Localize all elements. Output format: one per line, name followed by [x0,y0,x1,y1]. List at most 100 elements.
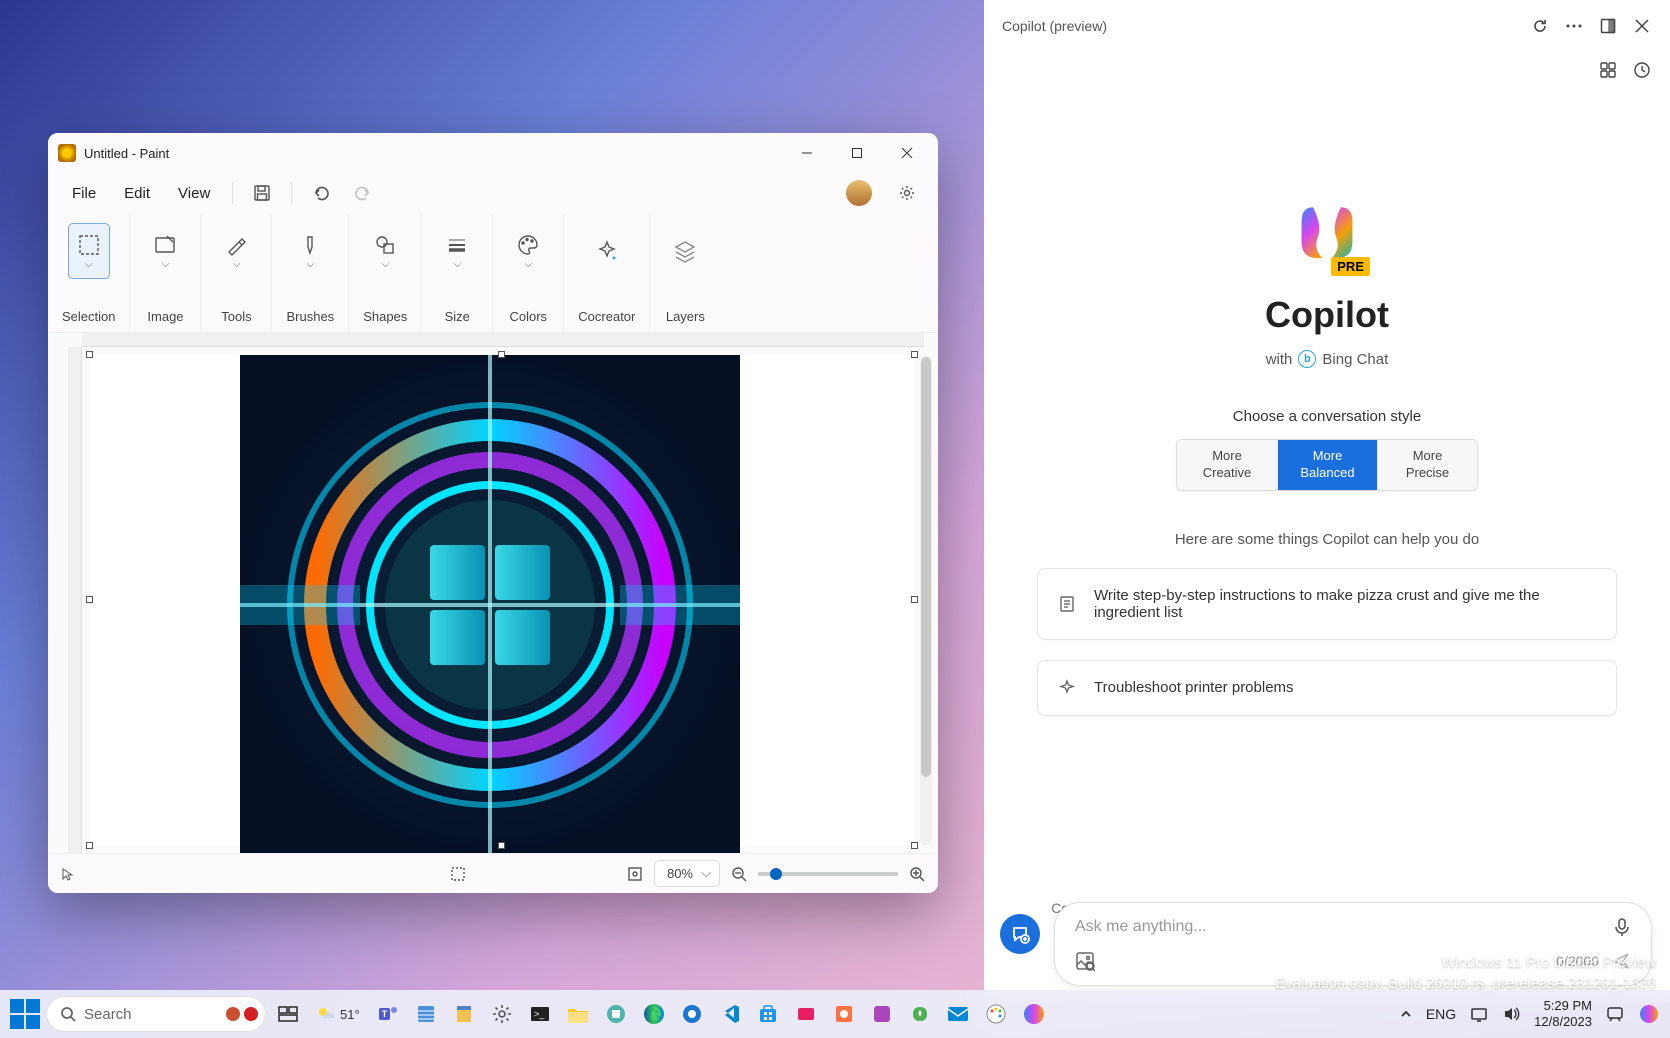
copilot-header-title: Copilot (preview) [1002,18,1107,34]
settings-icon[interactable] [888,176,926,210]
maximize-button[interactable] [832,134,882,172]
canvas-artwork [240,355,740,853]
paint-window: Untitled - Paint File Edit View ⌵ Selecti… [48,133,938,893]
resize-handle[interactable] [498,842,505,849]
language-indicator[interactable]: ENG [1426,1006,1456,1022]
zoom-slider[interactable] [758,872,898,876]
volume-icon[interactable] [1502,1006,1520,1022]
tools-tool[interactable]: ⌵ [215,223,257,279]
more-icon[interactable] [1564,16,1584,36]
undo-icon[interactable] [302,176,340,210]
canvas[interactable] [90,355,914,845]
settings-app-icon[interactable] [486,998,518,1030]
ribbon-tools-label: Tools [221,309,251,324]
new-topic-button[interactable] [1000,914,1040,954]
save-icon[interactable] [243,176,281,210]
colors-tool[interactable]: ⌵ [507,223,549,279]
ribbon-image-label: Image [147,309,183,324]
edge-icon[interactable] [638,998,670,1030]
menu-file[interactable]: File [60,179,108,208]
shapes-tool[interactable]: ⌵ [364,223,406,279]
notifications-icon[interactable] [1606,1005,1624,1023]
minimize-button[interactable] [782,134,832,172]
copilot-header: Copilot (preview) [984,0,1670,52]
zoom-in-icon[interactable] [908,865,926,883]
teams-icon[interactable]: T [372,998,404,1030]
dock-icon[interactable] [1598,16,1618,36]
user-avatar[interactable] [846,180,872,206]
image-tool[interactable]: ⌵ [144,223,186,279]
brushes-tool[interactable]: ⌵ [289,223,331,279]
start-button[interactable] [10,999,40,1029]
zoom-out-icon[interactable] [730,865,748,883]
app-icon-6[interactable] [828,998,860,1030]
copilot-tray-icon[interactable] [1638,1003,1660,1025]
microphone-icon[interactable] [1613,917,1631,937]
sparkle-icon [1058,679,1076,697]
style-balanced[interactable]: MoreBalanced [1277,440,1377,490]
resize-handle[interactable] [911,351,918,358]
app-icon-8[interactable] [904,998,936,1030]
history-icon[interactable] [1632,60,1652,80]
tray-chevron-icon[interactable] [1400,1008,1412,1020]
explorer-icon[interactable] [562,998,594,1030]
close-button[interactable] [882,134,932,172]
mail-icon[interactable] [942,998,974,1030]
app-icon-7[interactable] [866,998,898,1030]
resize-handle[interactable] [498,351,505,358]
suggestion-2[interactable]: Troubleshoot printer problems [1037,660,1617,716]
resize-handle[interactable] [86,842,93,849]
clock[interactable]: 5:29 PM 12/8/2023 [1534,998,1592,1029]
ribbon-colors-label: Colors [509,309,547,324]
store-icon[interactable] [752,998,784,1030]
plugins-icon[interactable] [1598,60,1618,80]
ribbon-size-label: Size [445,309,470,324]
weather-widget[interactable]: 51° [316,1004,360,1024]
style-creative[interactable]: MoreCreative [1177,440,1277,490]
app-icon-5[interactable] [790,998,822,1030]
paint-canvas-area [48,333,938,853]
app-icon-4[interactable] [676,998,708,1030]
task-view-icon[interactable] [272,998,304,1030]
cursor-icon [60,867,74,881]
canvas-viewport[interactable] [90,355,914,845]
layers-tool[interactable] [664,223,706,279]
paint-titlebar[interactable]: Untitled - Paint [48,133,938,173]
app-icon-1[interactable] [410,998,442,1030]
refresh-icon[interactable] [1530,16,1550,36]
resize-handle[interactable] [86,351,93,358]
scrollbar-vertical[interactable] [920,355,932,845]
app-icon-2[interactable] [448,998,480,1030]
style-selector: MoreCreative MoreBalanced MorePrecise [1176,439,1478,491]
menu-edit[interactable]: Edit [112,179,162,208]
style-precise[interactable]: MorePrecise [1377,440,1477,490]
document-icon [1058,595,1076,613]
image-search-icon[interactable] [1075,951,1095,971]
taskbar-search[interactable]: Search [46,996,266,1032]
paint-ribbon: ⌵Selection ⌵Image ⌵Tools ⌵Brushes ⌵Shape… [48,213,938,333]
paint-taskbar-icon[interactable] [980,998,1012,1030]
ribbon-selection-label: Selection [62,309,115,324]
cocreator-tool[interactable] [586,223,628,279]
zoom-dropdown[interactable]: 80% [654,860,720,887]
terminal-icon[interactable]: >_ [524,998,556,1030]
ask-input[interactable] [1075,918,1613,936]
with-brand: Bing Chat [1322,351,1388,368]
size-tool[interactable]: ⌵ [436,223,478,279]
selection-tool[interactable]: ⌵ [68,223,110,279]
close-icon[interactable] [1632,16,1652,36]
search-icon [60,1006,76,1022]
menu-view[interactable]: View [166,179,222,208]
ruler-horizontal [82,333,924,347]
ribbon-shapes-label: Shapes [363,309,407,324]
app-icon-3[interactable] [600,998,632,1030]
vscode-icon[interactable] [714,998,746,1030]
resize-handle[interactable] [911,842,918,849]
network-icon[interactable] [1470,1006,1488,1022]
resize-handle[interactable] [911,596,918,603]
fit-icon[interactable] [450,866,466,882]
copilot-taskbar-icon[interactable] [1018,998,1050,1030]
center-icon[interactable] [626,865,644,883]
resize-handle[interactable] [86,596,93,603]
suggestion-1[interactable]: Write step-by-step instructions to make … [1037,568,1617,640]
